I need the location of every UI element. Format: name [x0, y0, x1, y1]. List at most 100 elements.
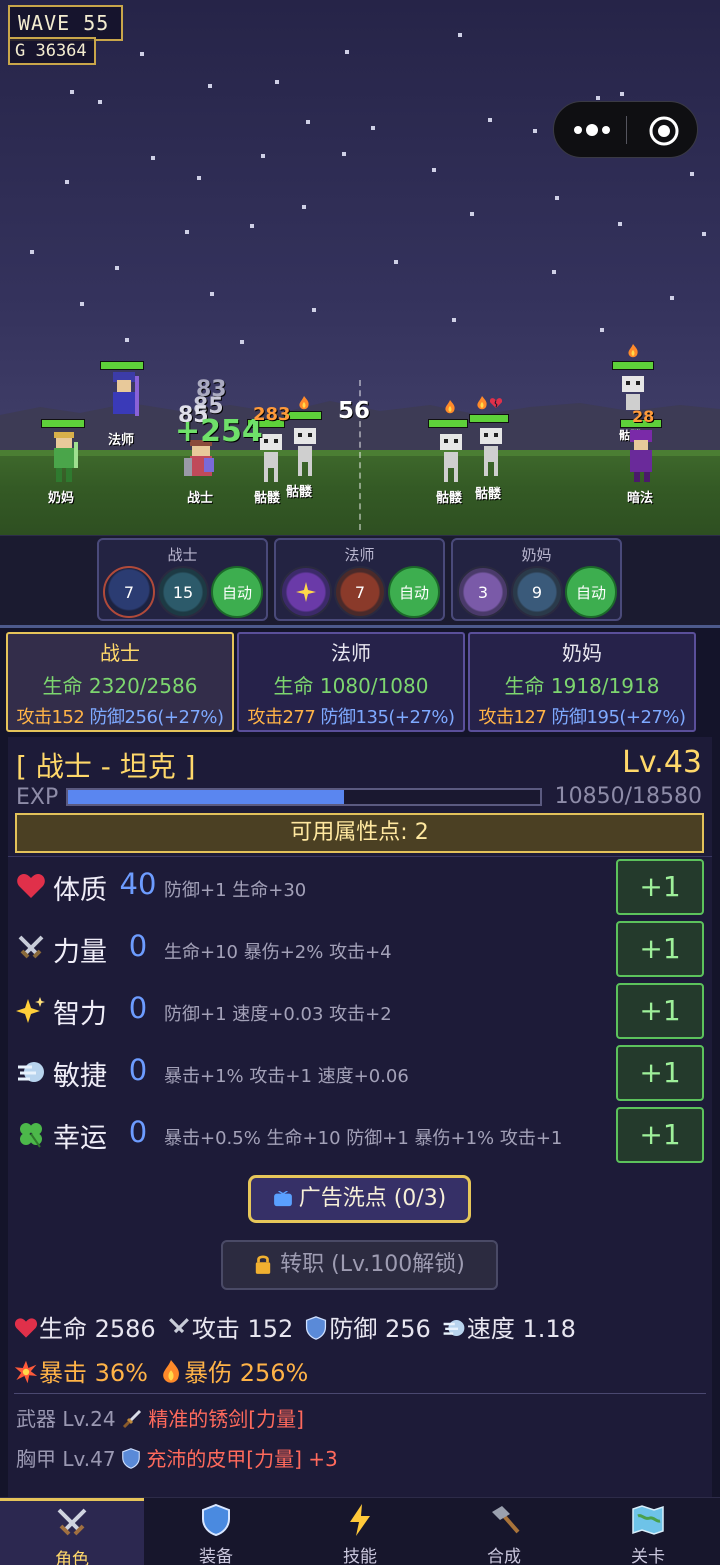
- star: [555, 196, 559, 200]
- equip-slot: 胸甲: [16, 1447, 56, 1471]
- stat-speed: 速度 1.18: [442, 1307, 576, 1351]
- skill-bar: 战士 7 15 自动 法师 7 自动 奶妈 3 9 自动: [0, 535, 720, 625]
- mage-sprite[interactable]: [103, 372, 147, 430]
- star: [394, 260, 398, 264]
- fire-skill-button[interactable]: 7: [334, 566, 386, 618]
- ad-respec-button[interactable]: 广告洗点 (0/3): [248, 1175, 471, 1223]
- hero-card-nurse[interactable]: 奶妈 生命 1918/1918 攻击127 防御195(+27%): [468, 632, 696, 732]
- stat-crit: 暴击 36%: [14, 1351, 148, 1395]
- guard-skill-button[interactable]: 9: [511, 566, 563, 618]
- warrior-auto-button[interactable]: 自动: [211, 566, 263, 618]
- skeleton3-name: 骷髅: [436, 491, 463, 506]
- equip-slot: 武器: [16, 1407, 56, 1431]
- wind-icon: [18, 1062, 44, 1082]
- close-target-icon[interactable]: [648, 115, 680, 147]
- star: [470, 212, 474, 216]
- nav-label: 合成: [487, 1547, 521, 1565]
- nav-tab-equipment[interactable]: 装备: [144, 1498, 288, 1565]
- capsule-divider: [626, 116, 627, 144]
- equipment-row-weapon[interactable]: 武器 Lv.24 精准的锈剑[力量]: [16, 1403, 304, 1432]
- exp-bar-fill: [68, 790, 344, 804]
- attr-description: 防御+1 速度+0.03 攻击+2: [164, 1004, 392, 1025]
- tv-icon: [273, 1190, 292, 1207]
- hero-level: Lv.43: [622, 745, 702, 780]
- star: [432, 168, 436, 172]
- add-constitution-button[interactable]: +1: [616, 859, 704, 915]
- add-intelligence-button[interactable]: +1: [616, 983, 704, 1039]
- burn-icon: [445, 400, 455, 414]
- hero-card-warrior[interactable]: 战士 生命 2320/2586 攻击152 防御256(+27%): [6, 632, 234, 732]
- hero-attack: 攻击127: [478, 707, 547, 728]
- stat-speed-value: 速度 1.18: [466, 1315, 576, 1343]
- star: [185, 230, 189, 234]
- nav-tab-skills[interactable]: 技能: [288, 1498, 432, 1565]
- heart-icon: [14, 1318, 38, 1338]
- star: [125, 338, 129, 342]
- star: [342, 152, 346, 156]
- nav-tab-character[interactable]: 角色: [0, 1498, 144, 1565]
- skeleton2-sprite[interactable]: [284, 424, 328, 482]
- nurse-hp-bar: [41, 419, 85, 428]
- skeleton3-sprite[interactable]: [430, 430, 474, 488]
- hero-life: 生命 1080/1080: [273, 674, 429, 698]
- star: [312, 308, 316, 312]
- heal-skill-button[interactable]: 3: [457, 566, 509, 618]
- star: [702, 232, 706, 236]
- wave-counter: WAVE 55: [8, 5, 123, 41]
- stat-attack: 攻击 152: [167, 1307, 293, 1351]
- nurse-skill-panel: 奶妈 3 9 自动: [451, 538, 622, 621]
- burst-icon: [14, 1360, 38, 1384]
- shield-icon: [122, 1448, 140, 1469]
- sparkle-icon: [16, 997, 45, 1023]
- mini-program-capsule[interactable]: [553, 101, 698, 158]
- star: [533, 129, 537, 133]
- equip-name: 充沛的皮甲[力量] +3: [146, 1447, 338, 1471]
- gold-counter: G 36364: [8, 37, 96, 65]
- stat-crit-damage-value: 暴伤 256%: [184, 1359, 309, 1387]
- stat-attack-value: 攻击 152: [191, 1315, 294, 1343]
- equip-level: Lv.24: [62, 1407, 116, 1431]
- hero-summary-stats: 生命 2586 攻击 152 防御 256 速度 1.18 暴击 36% 暴伤 …: [14, 1307, 710, 1395]
- stat-crit-damage: 暴伤 256%: [159, 1351, 308, 1395]
- stat-defense-value: 防御 256: [329, 1315, 431, 1343]
- star: [197, 176, 201, 180]
- star: [250, 224, 254, 228]
- nurse-sprite[interactable]: [42, 430, 86, 488]
- add-agility-button[interactable]: +1: [616, 1045, 704, 1101]
- add-strength-button[interactable]: +1: [616, 921, 704, 977]
- whirl-skill-button[interactable]: 7: [103, 566, 155, 618]
- cooldown-counter: 7: [354, 582, 366, 602]
- swords-icon: [168, 1318, 189, 1334]
- dark-mage-sprite[interactable]: [620, 430, 664, 488]
- equip-name: 精准的锈剑[力量]: [148, 1407, 304, 1431]
- more-icon[interactable]: [572, 120, 612, 140]
- shield-icon: [306, 1316, 327, 1340]
- hero-life: 生命 2320/2586: [42, 674, 198, 698]
- star-skill-button[interactable]: [280, 566, 332, 618]
- nav-label: 角色: [55, 1550, 89, 1565]
- nav-tab-stages[interactable]: 关卡: [576, 1498, 720, 1565]
- attr-row-intelligence: 智力 0 防御+1 速度+0.03 攻击+2 +1: [8, 983, 712, 1039]
- attr-description: 防御+1 生命+30: [164, 880, 307, 901]
- cooldown-counter: 7: [123, 582, 135, 602]
- exp-label: EXP: [16, 785, 59, 810]
- nurse-auto-button[interactable]: 自动: [565, 566, 617, 618]
- nav-tab-craft[interactable]: 合成: [432, 1498, 576, 1565]
- star: [140, 52, 144, 56]
- star: [670, 296, 674, 300]
- attr-value: 0: [128, 991, 148, 1025]
- attr-description: 暴击+1% 攻击+1 速度+0.06: [164, 1066, 409, 1087]
- stat-defense: 防御 256: [304, 1307, 431, 1351]
- job-change-button[interactable]: 转职 (Lv.100解锁): [221, 1240, 498, 1290]
- hero-card-mage[interactable]: 法师 生命 1080/1080 攻击277 防御135(+27%): [237, 632, 465, 732]
- equipment-row-chest[interactable]: 胸甲 Lv.47 充沛的皮甲[力量] +3: [16, 1443, 338, 1472]
- mage-auto-button[interactable]: 自动: [388, 566, 440, 618]
- shield-skill-button[interactable]: 15: [157, 566, 209, 618]
- warrior-name: 战士: [187, 491, 214, 506]
- section-divider: [0, 625, 720, 628]
- ad-respec-label: 广告洗点 (0/3): [298, 1186, 447, 1211]
- skeleton4-sprite[interactable]: [470, 424, 514, 482]
- nav-label: 关卡: [631, 1547, 665, 1565]
- damage-number: 28: [632, 407, 655, 426]
- add-luck-button[interactable]: +1: [616, 1107, 704, 1163]
